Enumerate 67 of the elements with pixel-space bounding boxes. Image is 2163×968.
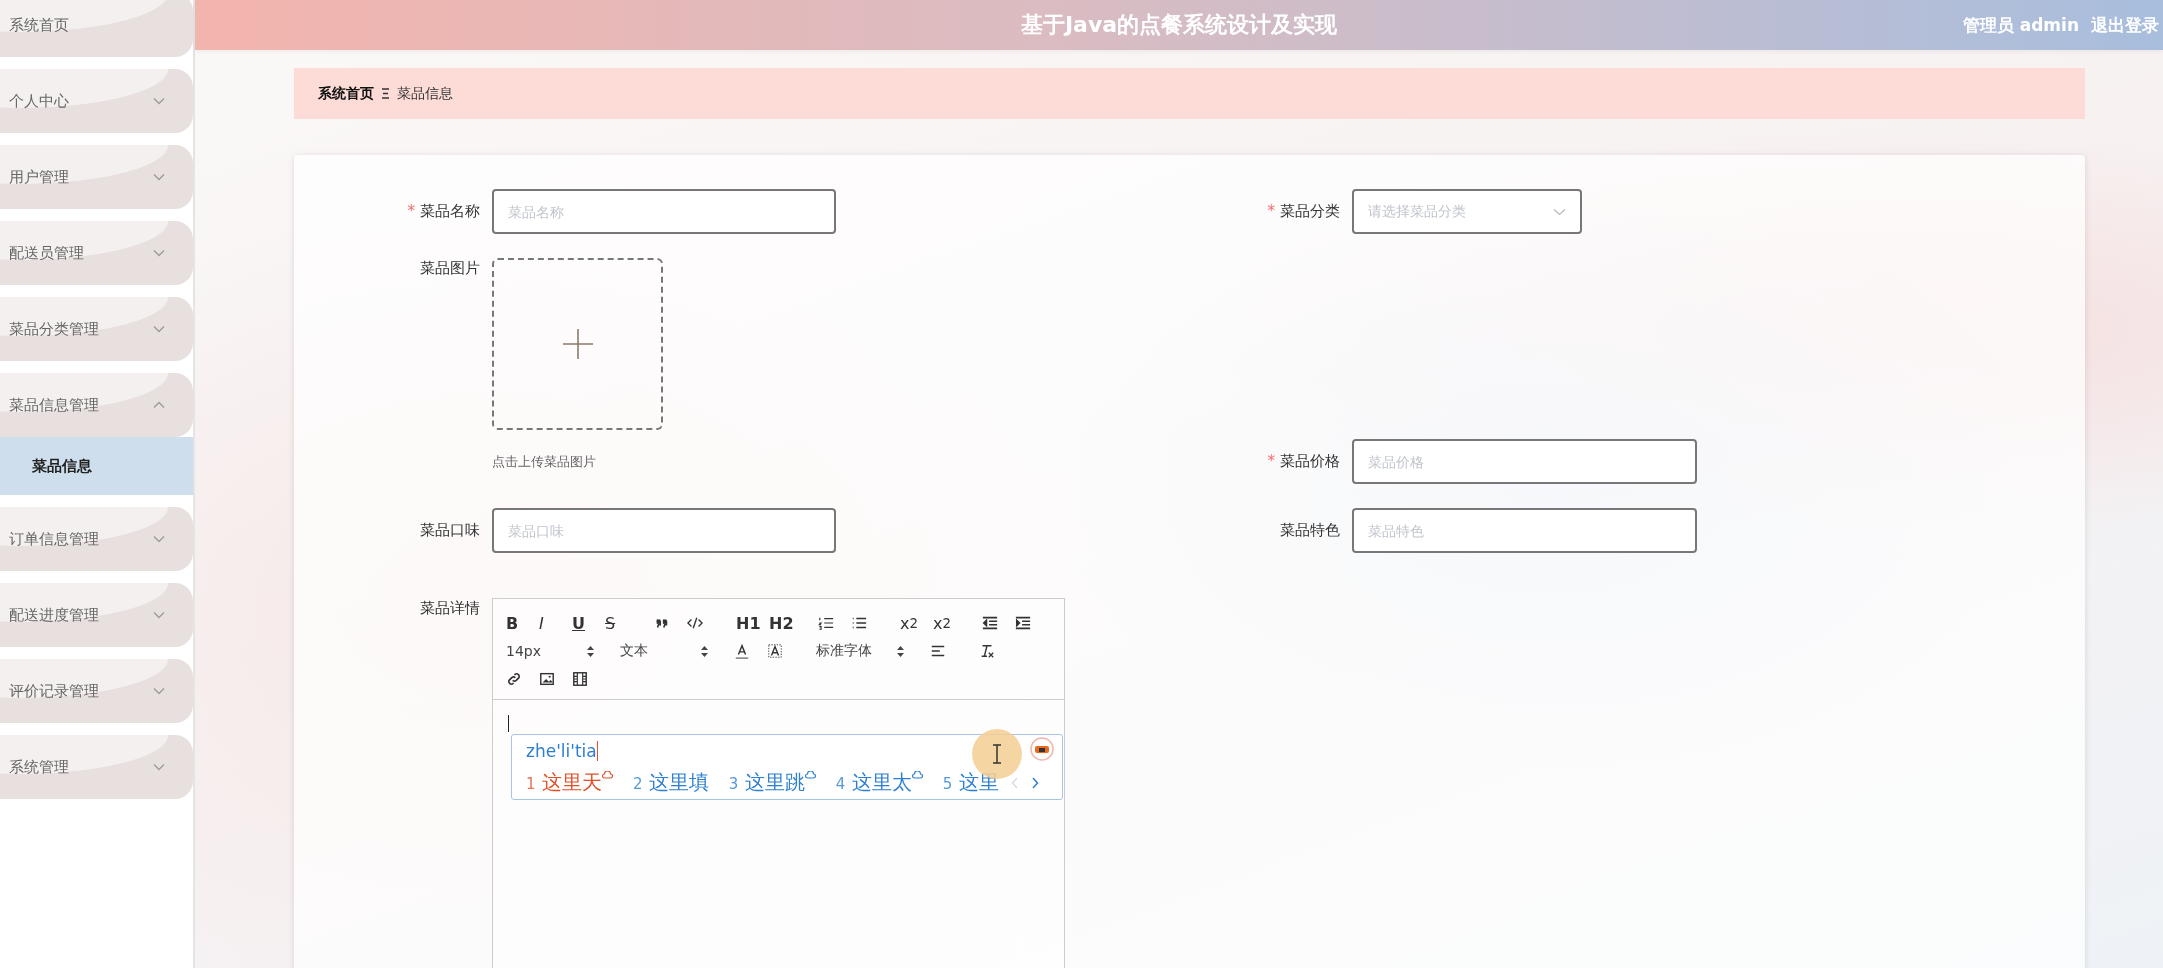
sidebar-item[interactable]: 菜品分类管理: [0, 297, 193, 361]
format-picker[interactable]: 14px: [506, 643, 604, 659]
ime-candidate[interactable]: 3 这里跳: [728, 769, 805, 796]
video-icon[interactable]: [572, 671, 588, 687]
updown-arrow-icon: [701, 645, 708, 657]
color-icon[interactable]: [734, 643, 750, 659]
input-field[interactable]: 菜品特色: [1352, 508, 1697, 553]
input-field[interactable]: 菜品价格: [1352, 439, 1697, 484]
underline-button[interactable]: U: [572, 613, 605, 633]
cloud-icon: [804, 771, 816, 779]
background-icon[interactable]: [767, 643, 783, 659]
strike-button[interactable]: S: [605, 613, 638, 633]
user-name: 管理员 admin: [1962, 13, 2079, 37]
editor-area[interactable]: zhe'li'tia 1 这里天 2 这里填 3 这里跳 4 这里太 5 这里: [493, 700, 1064, 968]
ordered-icon[interactable]: [818, 615, 834, 631]
sidebar-item[interactable]: 配送员管理: [0, 221, 193, 285]
cloud-icon: [911, 771, 923, 779]
breadcrumb-link[interactable]: 菜品信息: [397, 84, 453, 103]
sidebar-item[interactable]: 用户管理: [0, 145, 193, 209]
ime-candidate[interactable]: 1 这里天: [526, 769, 602, 796]
image-icon[interactable]: [539, 671, 555, 687]
sidebar-item[interactable]: 菜品信息管理: [0, 373, 193, 437]
indent-icon[interactable]: [1015, 615, 1031, 631]
composition-text: zhe'li'tia: [526, 741, 597, 761]
field-label: 菜品口味: [420, 521, 480, 540]
updown-arrow-icon: [587, 645, 594, 657]
upload-box[interactable]: [492, 258, 663, 430]
field-label: 菜品详情: [420, 598, 480, 618]
italic-button[interactable]: I: [539, 613, 572, 633]
ime-candidate[interactable]: 2 这里填: [632, 769, 709, 796]
input-field[interactable]: 菜品名称: [492, 189, 836, 234]
align-icon[interactable]: [930, 643, 946, 659]
bullet-icon[interactable]: [851, 615, 867, 631]
field-label: * 菜品分类: [1267, 202, 1340, 221]
next-page-icon[interactable]: [1030, 776, 1039, 789]
header-button[interactable]: H2: [769, 613, 802, 633]
bold-button[interactable]: B: [506, 613, 539, 633]
text-caret: [508, 715, 509, 732]
sidebar-subitem[interactable]: 菜品信息: [0, 437, 193, 495]
field-label: * 菜品价格: [1267, 452, 1340, 471]
ime-logo-icon: [1030, 737, 1054, 761]
field-label: * 菜品名称: [407, 202, 480, 221]
sidebar-item[interactable]: 配送进度管理: [0, 583, 193, 647]
clean-icon[interactable]: [979, 643, 995, 659]
breadcrumb-link[interactable]: 系统首页: [318, 84, 374, 103]
upload-hint: 点击上传菜品图片: [492, 452, 596, 471]
app-title: 基于Java的点餐系统设计及实现: [1020, 11, 1338, 39]
link-icon[interactable]: [506, 671, 522, 687]
sidebar-item[interactable]: 订单信息管理: [0, 507, 193, 571]
sidebar-item[interactable]: 系统管理: [0, 735, 193, 799]
field-label: 菜品图片: [420, 258, 480, 278]
plus-icon: [562, 329, 593, 359]
outdent-icon[interactable]: [982, 615, 998, 631]
cloud-icon: [601, 771, 613, 779]
separator-icon: [382, 88, 389, 99]
ime-candidate[interactable]: 5 这里: [942, 769, 999, 796]
format-picker[interactable]: 标准字体: [816, 642, 914, 660]
chevron-icon: [1553, 207, 1566, 216]
field-label: 菜品特色: [1280, 521, 1340, 540]
updown-arrow-icon: [897, 645, 904, 657]
format-picker[interactable]: 文本: [620, 642, 718, 660]
code-icon[interactable]: [687, 615, 703, 631]
sidebar-item[interactable]: 个人中心: [0, 69, 193, 133]
header-button[interactable]: H1: [736, 613, 769, 633]
sidebar-item[interactable]: 评价记录管理: [0, 659, 193, 723]
ime-candidate[interactable]: 4 这里太: [835, 769, 912, 796]
sidebar-item[interactable]: 系统首页: [0, 0, 193, 57]
